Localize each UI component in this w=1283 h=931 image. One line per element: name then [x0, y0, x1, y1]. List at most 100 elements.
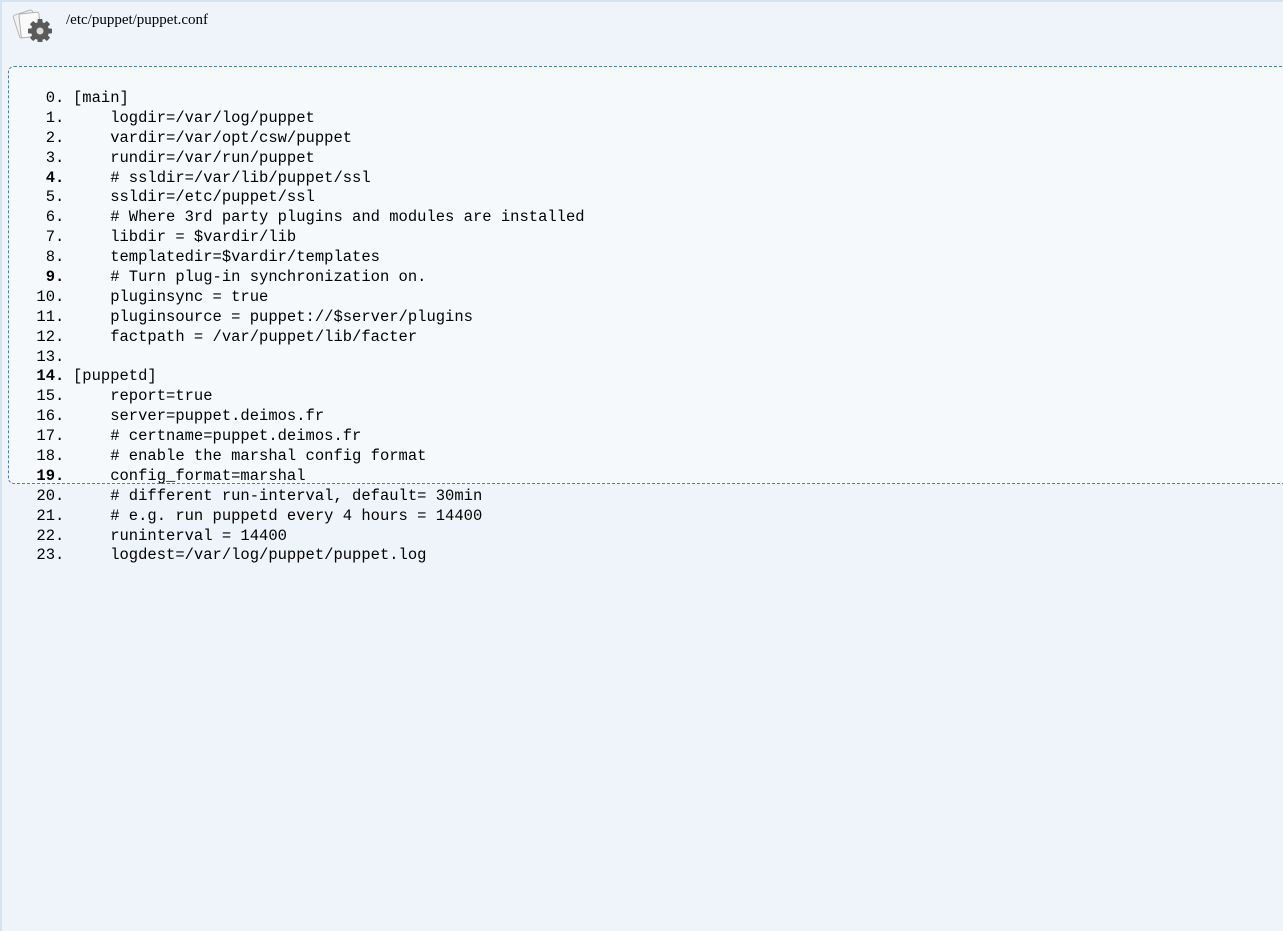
- line-code: factpath = /var/puppet/lib/facter: [73, 327, 418, 346]
- page: /etc/puppet/puppet.conf 0. [main] 1. logdi…: [0, 0, 1283, 931]
- line-number-dot: .: [55, 327, 65, 346]
- line-number: 22: [36, 526, 55, 545]
- line-number: 18: [36, 447, 55, 466]
- line-number: 14: [36, 367, 55, 386]
- line-number: 5: [45, 188, 55, 207]
- line-number: 10: [36, 287, 55, 306]
- line-code: # different run-interval, default= 30min: [73, 486, 483, 505]
- code-line: 13.: [9, 348, 585, 368]
- line-number-dot: .: [55, 407, 65, 426]
- line-number: 4: [45, 168, 55, 187]
- line-number: 7: [45, 228, 55, 247]
- line-code: # ssldir=/var/lib/puppet/ssl: [73, 168, 371, 187]
- code-line: 10. pluginsync = true: [9, 288, 585, 308]
- code-line: 2. vardir=/var/opt/csw/puppet: [9, 129, 585, 149]
- code-line: 17. # certname=puppet.deimos.fr: [9, 427, 585, 447]
- line-number-dot: .: [55, 347, 65, 366]
- code-line: 7. libdir = $vardir/lib: [9, 228, 585, 248]
- line-code: # certname=puppet.deimos.fr: [73, 427, 362, 446]
- line-code: logdir=/var/log/puppet: [73, 108, 315, 127]
- code-line: 11. pluginsource = puppet://$server/plug…: [9, 308, 585, 328]
- line-number-dot: .: [55, 287, 65, 306]
- line-number-dot: .: [55, 506, 65, 525]
- line-code: libdir = $vardir/lib: [73, 228, 297, 247]
- code-line: 5. ssldir=/etc/puppet/ssl: [9, 188, 585, 208]
- line-code: logdest=/var/log/puppet/puppet.log: [73, 546, 427, 565]
- line-number: 0: [45, 89, 55, 107]
- line-number-dot: .: [55, 148, 65, 167]
- settings-file-icon: [10, 8, 66, 43]
- line-code: server=puppet.deimos.fr: [73, 407, 325, 426]
- line-number-dot: .: [55, 367, 65, 386]
- line-number-dot: .: [55, 427, 65, 446]
- line-code: # Where 3rd party plugins and modules ar…: [73, 208, 585, 227]
- line-code: runinterval = 14400: [73, 526, 287, 545]
- line-number: 20: [36, 486, 55, 505]
- line-number-dot: .: [55, 108, 65, 127]
- line-number-dot: .: [55, 486, 65, 505]
- code-line: 3. rundir=/var/run/puppet: [9, 149, 585, 169]
- code-line: 12. factpath = /var/puppet/lib/facter: [9, 328, 585, 348]
- line-number: 1: [45, 108, 55, 127]
- line-code: pluginsync = true: [73, 287, 269, 306]
- line-number: 19: [36, 466, 55, 485]
- line-number: 23: [36, 546, 55, 565]
- line-number: 11: [36, 307, 55, 326]
- line-code: report=true: [73, 387, 213, 406]
- file-path: /etc/puppet/puppet.conf: [66, 11, 209, 28]
- line-number: 9: [45, 268, 55, 287]
- line-code: vardir=/var/opt/csw/puppet: [73, 128, 353, 147]
- line-number: 15: [36, 387, 55, 406]
- line-number-dot: .: [55, 89, 65, 107]
- file-header: /etc/puppet/puppet.conf: [10, 8, 209, 43]
- line-number-dot: .: [55, 546, 65, 565]
- line-number-dot: .: [55, 188, 65, 207]
- code-line: 22. runinterval = 14400: [9, 527, 585, 547]
- line-code: pluginsource = puppet://$server/plugins: [73, 307, 473, 326]
- line-number-dot: .: [55, 168, 65, 187]
- code-line: 0. [main]: [9, 89, 585, 109]
- line-number: 17: [36, 427, 55, 446]
- code-line: 8. templatedir=$vardir/templates: [9, 248, 585, 268]
- code-lines: 0. [main] 1. logdir=/var/log/puppet 2. vard…: [9, 89, 585, 566]
- line-code: ssldir=/etc/puppet/ssl: [73, 188, 315, 207]
- line-code: [puppetd]: [73, 367, 157, 386]
- line-code: # enable the marshal config format: [73, 447, 427, 466]
- line-code: config_format=marshal: [73, 466, 306, 485]
- line-number: 8: [45, 248, 55, 267]
- line-number: 21: [36, 506, 55, 525]
- code-line: 4. # ssldir=/var/lib/puppet/ssl: [9, 169, 585, 189]
- code-line: 16. server=puppet.deimos.fr: [9, 407, 585, 427]
- code-line: 23. logdest=/var/log/puppet/puppet.log: [9, 546, 585, 566]
- line-number-dot: .: [55, 208, 65, 227]
- code-line: 6. # Where 3rd party plugins and modules…: [9, 208, 585, 228]
- line-number: 13: [36, 347, 55, 366]
- line-number-dot: .: [55, 228, 65, 247]
- line-number-dot: .: [55, 128, 65, 147]
- line-code: templatedir=$vardir/templates: [73, 248, 380, 267]
- line-code: # Turn plug-in synchronization on.: [73, 268, 427, 287]
- code-line: 15. report=true: [9, 387, 585, 407]
- line-number-dot: .: [55, 387, 65, 406]
- line-code: # e.g. run puppetd every 4 hours = 14400: [73, 506, 483, 525]
- code-line: 18. # enable the marshal config format: [9, 447, 585, 467]
- code-block: 0. [main] 1. logdir=/var/log/puppet 2. vard…: [8, 66, 1283, 564]
- code-line: 1. logdir=/var/log/puppet: [9, 109, 585, 129]
- line-number-dot: .: [55, 466, 65, 485]
- line-number: 2: [45, 128, 55, 147]
- line-number-dot: .: [55, 248, 65, 267]
- code-line: 14. [puppetd]: [9, 367, 585, 387]
- line-number: 12: [36, 327, 55, 346]
- code-line: 19. config_format=marshal: [9, 467, 585, 487]
- line-number-dot: .: [55, 307, 65, 326]
- code-line: 21. # e.g. run puppetd every 4 hours = 1…: [9, 507, 585, 527]
- line-number: 6: [45, 208, 55, 227]
- line-code: rundir=/var/run/puppet: [73, 148, 315, 167]
- line-number: 3: [45, 148, 55, 167]
- line-number-dot: .: [55, 526, 65, 545]
- line-code: [main]: [73, 89, 129, 107]
- line-number-dot: .: [55, 447, 65, 466]
- line-number-dot: .: [55, 268, 65, 287]
- line-number: 16: [36, 407, 55, 426]
- code-line: 9. # Turn plug-in synchronization on.: [9, 268, 585, 288]
